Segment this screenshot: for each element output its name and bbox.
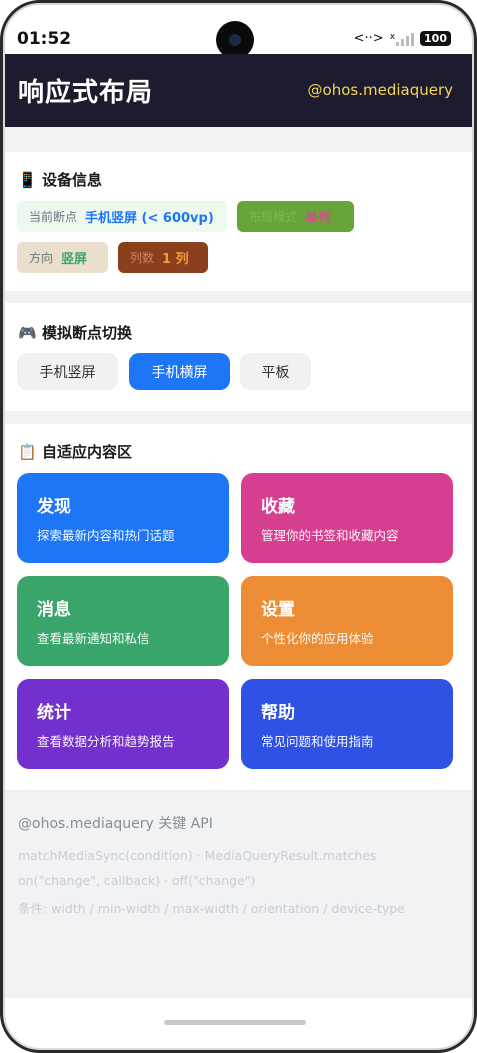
- discover-tile[interactable]: 发现 探索最新内容和热门话题: [17, 473, 229, 563]
- breakpoint-label: 当前断点: [29, 210, 78, 224]
- messages-title: 消息: [37, 600, 71, 620]
- page-title: 响应式布局: [18, 78, 154, 108]
- favorites-title: 收藏: [261, 497, 295, 517]
- orientation-chip: 方向 竖屏: [17, 242, 108, 273]
- adaptive-content-card: 📋 自适应内容区 发现 探索最新内容和热门话题 收藏 管理你的书签和收藏内容 消…: [0, 424, 477, 790]
- columns-value: 1 列: [162, 252, 189, 267]
- breakpoint-switch-title: 🎮 模拟断点切换: [18, 322, 132, 343]
- tablet-button[interactable]: 平板: [240, 353, 311, 390]
- clipboard-icon: 📋: [18, 442, 37, 461]
- device-info-title-text: 设备信息: [42, 171, 103, 189]
- api-line-1: matchMediaSync(condition) · MediaQueryRe…: [18, 848, 377, 863]
- statistics-title: 统计: [37, 703, 71, 723]
- phone-screen: 01:52 <··> x 100 响应式布局 @ohos.mediaquery …: [0, 0, 477, 1053]
- bottom-bar: [0, 998, 477, 1053]
- statistics-desc: 查看数据分析和趋势报告: [37, 734, 175, 749]
- api-line-2: on("change", callback) · off("change"): [18, 873, 256, 888]
- battery-icon: 100: [420, 31, 451, 46]
- columns-chip: 列数 1 列: [118, 242, 208, 273]
- layout-mode-value: 单列: [305, 211, 332, 226]
- home-indicator[interactable]: [164, 1020, 306, 1025]
- favorites-tile[interactable]: 收藏 管理你的书签和收藏内容: [241, 473, 453, 563]
- columns-label: 列数: [130, 251, 155, 265]
- breakpoint-switch-title-text: 模拟断点切换: [42, 324, 133, 342]
- settings-desc: 个性化你的应用体验: [261, 631, 374, 646]
- adaptive-title: 📋 自适应内容区: [18, 441, 132, 462]
- portrait-phone-button[interactable]: 手机竖屏: [17, 353, 118, 390]
- status-icons: <··> x 100: [354, 31, 451, 46]
- orientation-label: 方向: [29, 251, 54, 265]
- help-title: 帮助: [261, 703, 295, 723]
- settings-title: 设置: [261, 600, 295, 620]
- signal-icon: x: [389, 31, 415, 46]
- header-subtitle: @ohos.mediaquery: [307, 81, 453, 99]
- gamepad-icon: 🎮: [18, 323, 37, 342]
- discover-desc: 探索最新内容和热门话题: [37, 528, 175, 543]
- api-footer-title: @ohos.mediaquery 关键 API: [18, 816, 213, 832]
- network-icon: <··>: [353, 31, 384, 46]
- layout-mode-chip: 布局模式 单列: [237, 201, 354, 232]
- help-desc: 常见问题和使用指南: [261, 734, 374, 749]
- discover-title: 发现: [37, 497, 71, 517]
- api-line-3: 条件: width / min-width / max-width / orie…: [18, 901, 405, 916]
- adaptive-title-text: 自适应内容区: [42, 443, 133, 461]
- favorites-desc: 管理你的书签和收藏内容: [261, 528, 399, 543]
- messages-desc: 查看最新通知和私信: [37, 631, 150, 646]
- orientation-value: 竖屏: [61, 252, 88, 267]
- settings-tile[interactable]: 设置 个性化你的应用体验: [241, 576, 453, 666]
- device-info-title: 📱 设备信息: [18, 169, 102, 190]
- device-info-card: 📱 设备信息 当前断点 手机竖屏 (< 600vp) 布局模式 单列 方向 竖屏…: [0, 152, 477, 291]
- status-time: 01:52: [17, 29, 72, 49]
- messages-tile[interactable]: 消息 查看最新通知和私信: [17, 576, 229, 666]
- signal-label: x: [389, 31, 396, 42]
- breakpoint-chip: 当前断点 手机竖屏 (< 600vp): [17, 201, 227, 232]
- help-tile[interactable]: 帮助 常见问题和使用指南: [241, 679, 453, 769]
- phone-icon: 📱: [18, 170, 37, 189]
- app-header: 响应式布局 @ohos.mediaquery: [0, 54, 477, 127]
- landscape-phone-button[interactable]: 手机横屏: [129, 353, 230, 390]
- breakpoint-value: 手机竖屏 (< 600vp): [85, 211, 214, 226]
- status-bar: 01:52 <··> x 100: [0, 0, 477, 59]
- statistics-tile[interactable]: 统计 查看数据分析和趋势报告: [17, 679, 229, 769]
- breakpoint-switch-card: 🎮 模拟断点切换 手机竖屏 手机横屏 平板: [0, 303, 477, 411]
- layout-mode-label: 布局模式: [249, 210, 298, 224]
